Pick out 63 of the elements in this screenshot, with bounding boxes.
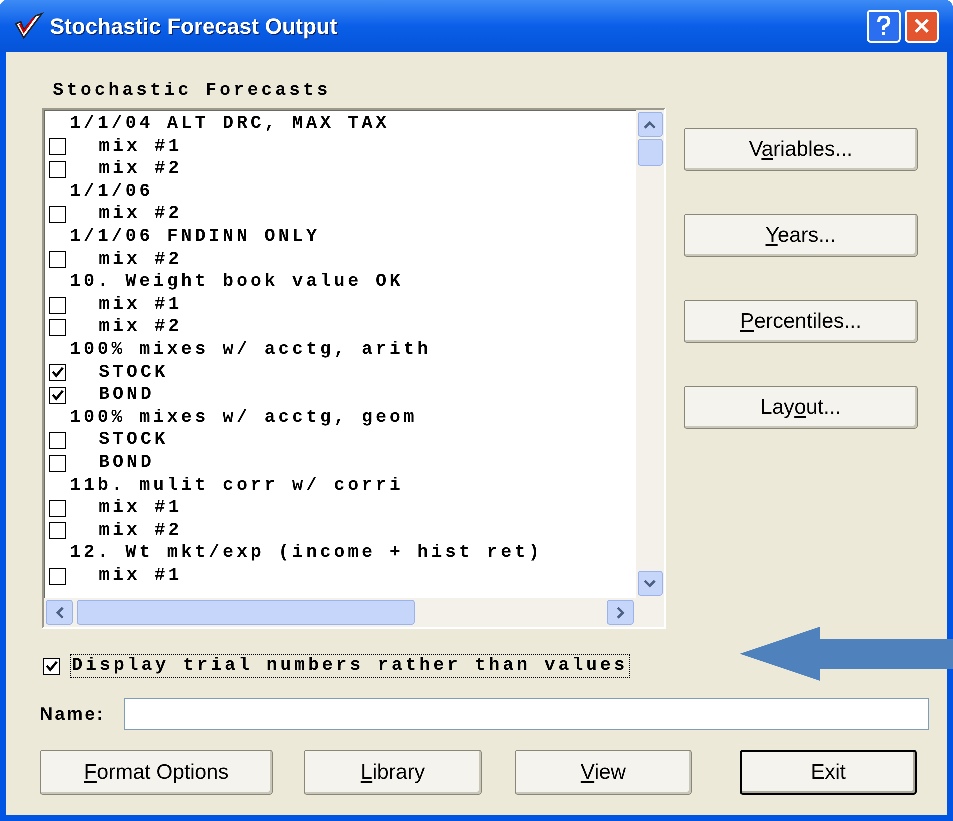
mix-item[interactable]: mix #2 [99,316,182,339]
forecast-group: 11b. mulit corr w/ corri [70,474,636,498]
scroll-down-button[interactable] [638,571,662,596]
help-button[interactable] [867,10,901,42]
check-icon [52,390,64,401]
checkbox[interactable] [49,251,66,268]
forecast-group: 1/1/06 [70,180,636,204]
mix-item[interactable]: BOND [99,452,155,474]
mix-item[interactable]: mix #1 [99,497,182,520]
close-icon [914,18,930,34]
dialog-button[interactable]: Years... [684,214,918,257]
mix-item[interactable]: mix #1 [99,136,182,158]
mix-item[interactable]: mix #2 [99,520,182,542]
list-title: Stochastic Forecasts [53,80,332,103]
checkbox[interactable] [49,364,66,382]
scroll-up-button[interactable] [638,112,662,137]
checkbox[interactable] [49,296,66,314]
forecast-group: 1/1/06 FNDINN ONLY [70,226,636,249]
checkbox[interactable] [43,658,60,674]
help-icon [877,16,891,36]
checkbox[interactable] [49,319,66,336]
dialog-button[interactable]: Variables... [684,128,918,171]
mix-item[interactable]: mix #1 [99,294,182,316]
checkbox[interactable] [49,500,66,517]
horizontal-scroll-thumb[interactable] [77,600,415,625]
checkbox[interactable] [49,206,66,224]
mix-item[interactable]: mix #2 [99,158,182,181]
forecast-group: 100% mixes w/ acctg, geom [70,406,636,430]
scroll-thumb[interactable] [638,139,662,166]
checkbox[interactable] [49,568,66,585]
mix-item[interactable]: BOND [99,384,155,407]
forecast-group: 100% mixes w/ acctg, arith [70,338,636,362]
checkbox[interactable] [49,160,66,178]
checkbox[interactable] [49,522,66,540]
scroll-right-button[interactable] [607,600,634,625]
dialog-button[interactable]: Library [304,750,482,795]
forecast-group: 10. Weight book value OK [70,271,636,294]
check-icon [52,367,64,378]
close-button[interactable] [905,10,939,42]
check-icon [46,660,58,672]
mix-item[interactable]: STOCK [99,362,169,384]
dialog-button[interactable]: Percentiles... [684,300,918,343]
forecast-group: 1/1/04 ALT DRC, MAX TAX [70,113,636,136]
name-input[interactable] [124,698,929,730]
forecast-group: 12. Wt mkt/exp (income + hist ret) [70,542,636,565]
name-label: Name: [40,702,106,726]
dialog-button[interactable]: Format Options [40,750,273,795]
mix-item[interactable]: mix #2 [99,203,182,226]
app-logo-icon [14,12,44,40]
dialog-button[interactable]: Exit [740,750,917,795]
mix-item[interactable]: STOCK [99,429,169,452]
trial-numbers-label[interactable]: Display trial numbers rather than values [70,654,630,678]
mix-item[interactable]: mix #2 [99,248,182,272]
dialog-button[interactable]: Layout... [684,386,918,429]
mix-item[interactable]: mix #1 [99,564,182,588]
vertical-scrollbar[interactable] [636,110,664,598]
dialog-button[interactable]: View [515,750,692,795]
checkbox[interactable] [49,138,66,156]
window-title: Stochastic Forecast Output [50,12,338,41]
checkbox[interactable] [49,454,66,472]
checkbox[interactable] [49,432,66,450]
scroll-left-button[interactable] [46,600,73,625]
checkbox[interactable] [49,386,66,404]
